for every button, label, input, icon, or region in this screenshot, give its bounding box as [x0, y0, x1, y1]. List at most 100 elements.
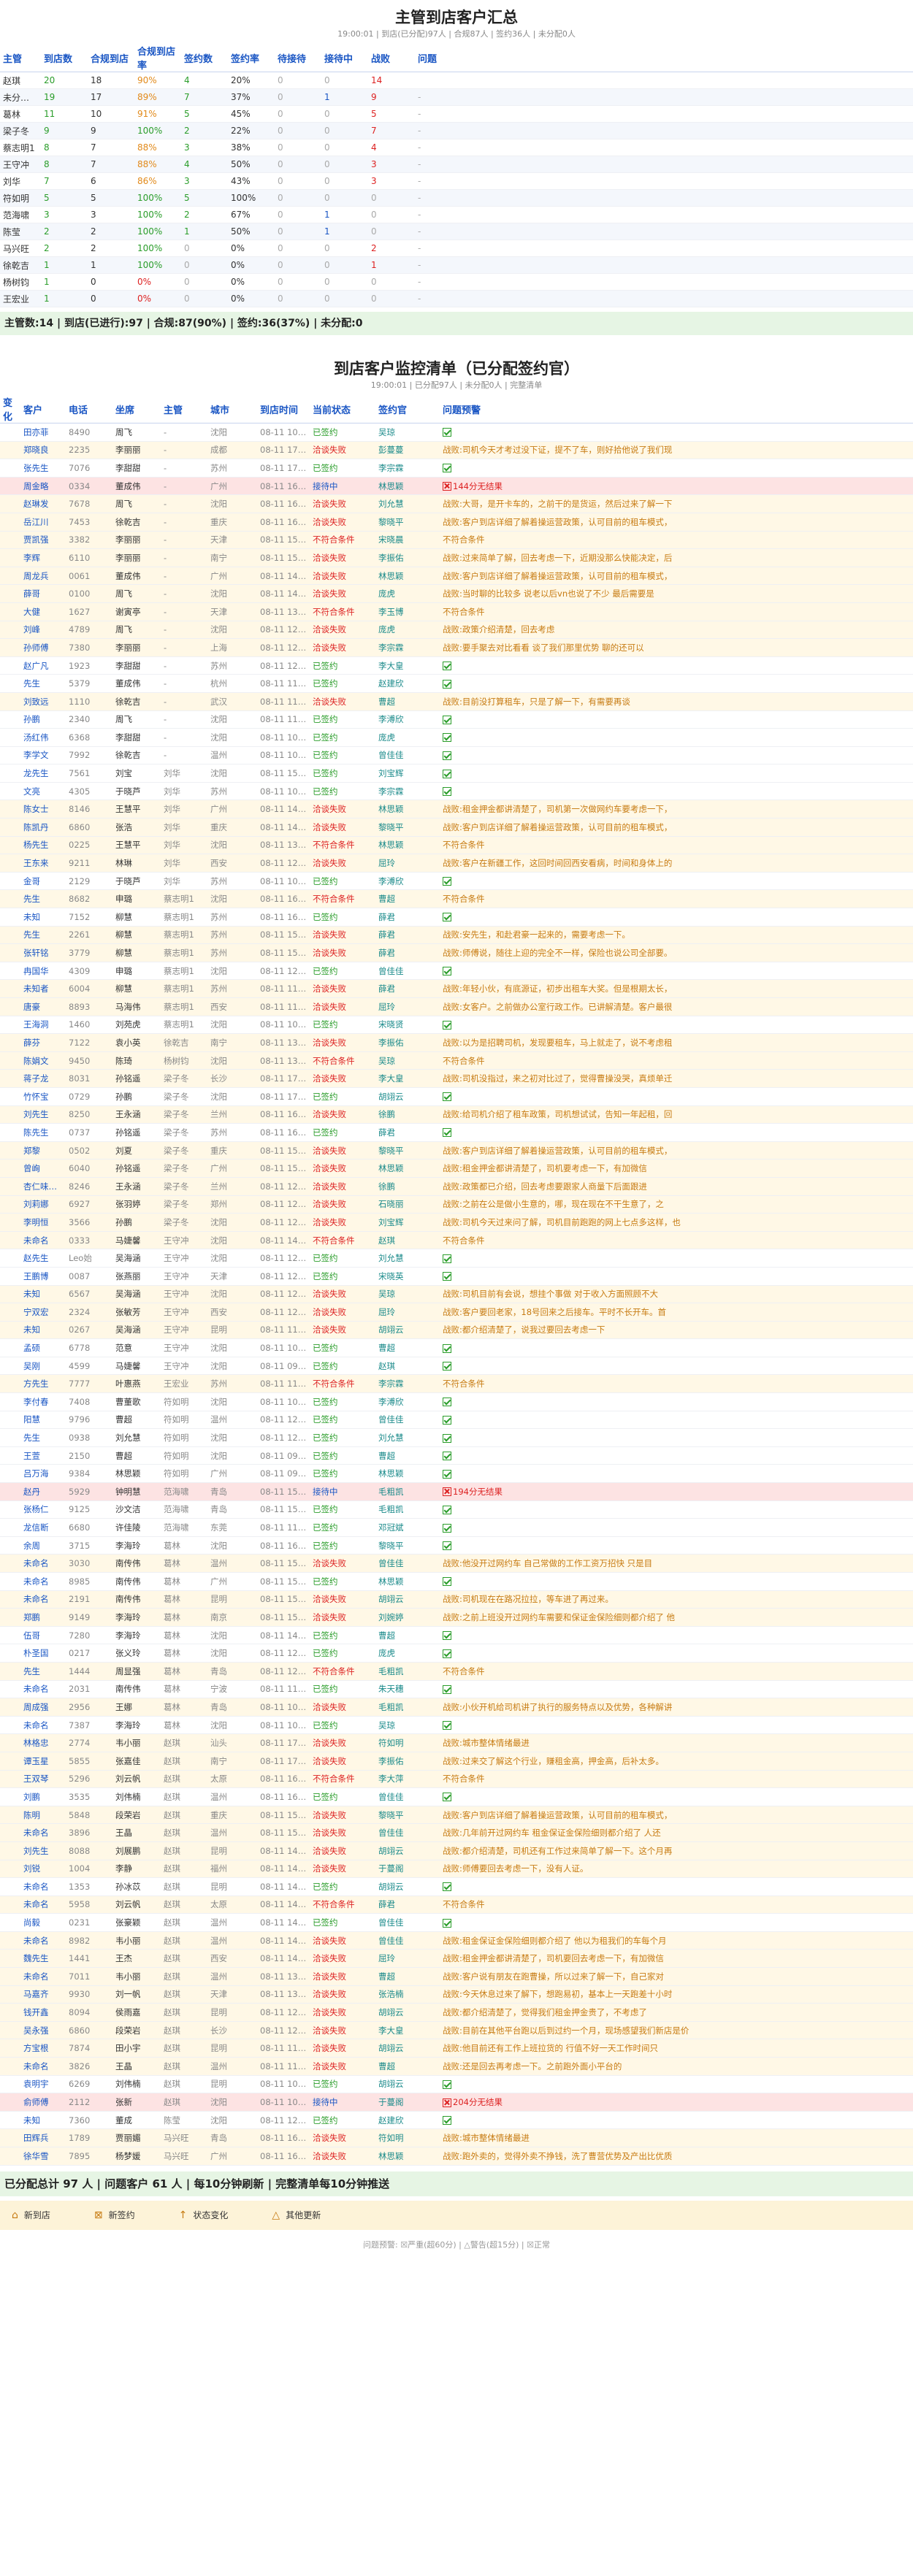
summary-cell: 0: [275, 239, 321, 257]
monitor-cell: 洽谈失败: [310, 621, 375, 640]
summary-header-cell: 问题: [415, 44, 913, 72]
monitor-cell: 重庆: [207, 1141, 257, 1160]
monitor-cell: 西安: [207, 997, 257, 1016]
monitor-cell: [0, 1500, 20, 1519]
monitor-cell: 洽谈失败: [310, 943, 375, 962]
monitor-cell: 08-11 13:03: [257, 1033, 310, 1052]
monitor-cell: 李振佑: [375, 1033, 440, 1052]
summary-cell: -: [415, 273, 913, 291]
monitor-cell: [0, 423, 20, 442]
summary-cell: 4: [181, 72, 228, 89]
monitor-cell: [440, 1446, 913, 1465]
monitor-row: 未命名 7011 韦小丽 赵琪 温州 08-11 13:45 洽谈失败 曹超 战败:客户说有朋友…: [0, 1967, 913, 1986]
monitor-cell: 未命名: [20, 2057, 66, 2076]
monitor-cell: 赵琪: [161, 2003, 207, 2022]
monitor-cell: 洽谈失败: [310, 1608, 375, 1627]
monitor-bottom-summary: 已分配总计 97 人 | 问题客户 61 人 | 每10分钟刷新 | 完整清单每…: [0, 2171, 913, 2196]
monitor-cell: 张新: [112, 2093, 161, 2112]
monitor-cell: 陈明: [20, 1806, 66, 1825]
monitor-cell: 韦小丽: [112, 1733, 161, 1752]
monitor-cell: 08-11 09:52: [257, 1446, 310, 1465]
monitor-cell: -: [161, 548, 207, 567]
monitor-cell: [0, 728, 20, 747]
monitor-cell: 柳慧: [112, 979, 161, 998]
monitor-cell: 08-11 14:02: [257, 1949, 310, 1969]
monitor-cell: 8246: [66, 1177, 112, 1196]
monitor-cell: 8094: [66, 2003, 112, 2022]
monitor-cell: 苏州: [207, 1123, 257, 1142]
monitor-cell: 沈阳: [207, 1392, 257, 1411]
monitor-cell: 屈玲: [375, 997, 440, 1016]
issue-text: 不符合条件: [443, 606, 485, 617]
monitor-cell: 5379: [66, 674, 112, 693]
monitor-cell: 刘苑虎: [112, 1016, 161, 1035]
monitor-cell: 6040: [66, 1159, 112, 1178]
monitor-cell: 不符合条件: [310, 889, 375, 909]
summary-cell: 0: [321, 72, 368, 89]
monitor-cell: 不符合条件: [440, 1770, 913, 1789]
summary-cell: 50%: [228, 223, 275, 240]
monitor-cell: [0, 621, 20, 640]
alert-icon: [443, 1487, 451, 1497]
monitor-cell: [0, 1823, 20, 1842]
monitor-cell: 刘伟楠: [112, 1787, 161, 1806]
monitor-cell: 9450: [66, 1051, 112, 1070]
monitor-cell: 6567: [66, 1285, 112, 1304]
summary-cell: 9: [41, 122, 88, 139]
monitor-row: 薛芬 7122 袁小英 徐乾吉 南宁 08-11 13:03 洽谈失败 李振佑 战败:以为是招聘…: [0, 1033, 913, 1052]
monitor-cell: 7360: [66, 2111, 112, 2130]
monitor-cell: 不符合条件: [440, 1662, 913, 1681]
monitor-cell: 黎晓平: [375, 513, 440, 532]
monitor-cell: 贾凯强: [20, 531, 66, 550]
monitor-cell: 7561: [66, 764, 112, 783]
monitor-cell: [0, 441, 20, 460]
issue-text: 战败:租金押金都讲清楚了，司机要回去考虑一下，有加微信: [443, 1953, 664, 1964]
monitor-cell: 洽谈失败: [310, 584, 375, 603]
monitor-cell: [0, 1411, 20, 1430]
monitor-header-cell: 城市: [207, 395, 257, 423]
summary-cell: 0: [275, 139, 321, 156]
monitor-cell: 吴琼: [375, 1285, 440, 1304]
monitor-cell: 08-11 10:29: [257, 1698, 310, 1717]
monitor-cell: 谭玉星: [20, 1752, 66, 1771]
monitor-cell: 沈阳: [207, 1357, 257, 1376]
monitor-cell: 曹超: [112, 1411, 161, 1430]
monitor-row: 刘先生 8088 刘展鹏 赵琪 昆明 08-11 14:54 洽谈失败 胡翊云 战败:都介绍清楚…: [0, 1841, 913, 1860]
monitor-cell: [0, 872, 20, 891]
monitor-cell: 7678: [66, 494, 112, 513]
monitor-cell: 1460: [66, 1016, 112, 1035]
monitor-cell: 袁小英: [112, 1033, 161, 1052]
monitor-row: 未命名 3896 王晶 赵琪 温州 08-11 15:21 洽谈失败 曾佳佳 战败:几年前开过网…: [0, 1823, 913, 1842]
monitor-cell: [0, 1195, 20, 1214]
summary-cell: 3: [368, 156, 415, 173]
monitor-cell: 已签约: [310, 1518, 375, 1537]
monitor-cell: [0, 548, 20, 567]
monitor-cell: [0, 1105, 20, 1124]
monitor-cell: 5848: [66, 1806, 112, 1825]
monitor-cell: [440, 2111, 913, 2130]
monitor-cell: 青岛: [207, 1482, 257, 1501]
monitor-cell: 08-11 12:11: [257, 638, 310, 657]
monitor-cell: 0087: [66, 1267, 112, 1286]
monitor-cell: 08-11 11:34: [257, 2057, 310, 2076]
monitor-cell: 战败:城市整体情绪最进: [440, 2128, 913, 2147]
monitor-cell: 林思颖: [375, 1464, 440, 1484]
summary-cell: 葛林: [0, 105, 41, 123]
monitor-cell: 葛林: [161, 1608, 207, 1627]
monitor-cell: 4309: [66, 962, 112, 981]
monitor-row: 刘莉娜 6927 张羽婷 梁子冬 郑州 08-11 12:35 洽谈失败 石晓丽 战败:之前在公…: [0, 1195, 913, 1214]
monitor-cell: 194分无结果: [440, 1482, 913, 1501]
monitor-cell: 曾佳佳: [375, 1554, 440, 1573]
monitor-cell: 刘伟楠: [112, 2075, 161, 2094]
monitor-cell: 08-11 12:21: [257, 1662, 310, 1681]
monitor-cell: 孙鹏: [20, 710, 66, 729]
monitor-row: 先生 2261 柳慧 蔡志明1 苏州 08-11 15:10 洽谈失败 薛君 战败:安先生，和赴…: [0, 926, 913, 945]
monitor-cell: [440, 1572, 913, 1591]
summary-cell: 90%: [134, 72, 181, 89]
monitor-cell: 已签约: [310, 674, 375, 693]
monitor-cell: 许佳陵: [112, 1518, 161, 1537]
check-icon: [443, 2116, 451, 2125]
monitor-cell: 不符合条件: [310, 602, 375, 621]
monitor-cell: 符如明: [161, 1428, 207, 1447]
monitor-row: 岳江川 7453 徐乾吉 - 重庆 08-11 16:24 洽谈失败 黎晓平 战败:客户到店详细…: [0, 513, 913, 532]
